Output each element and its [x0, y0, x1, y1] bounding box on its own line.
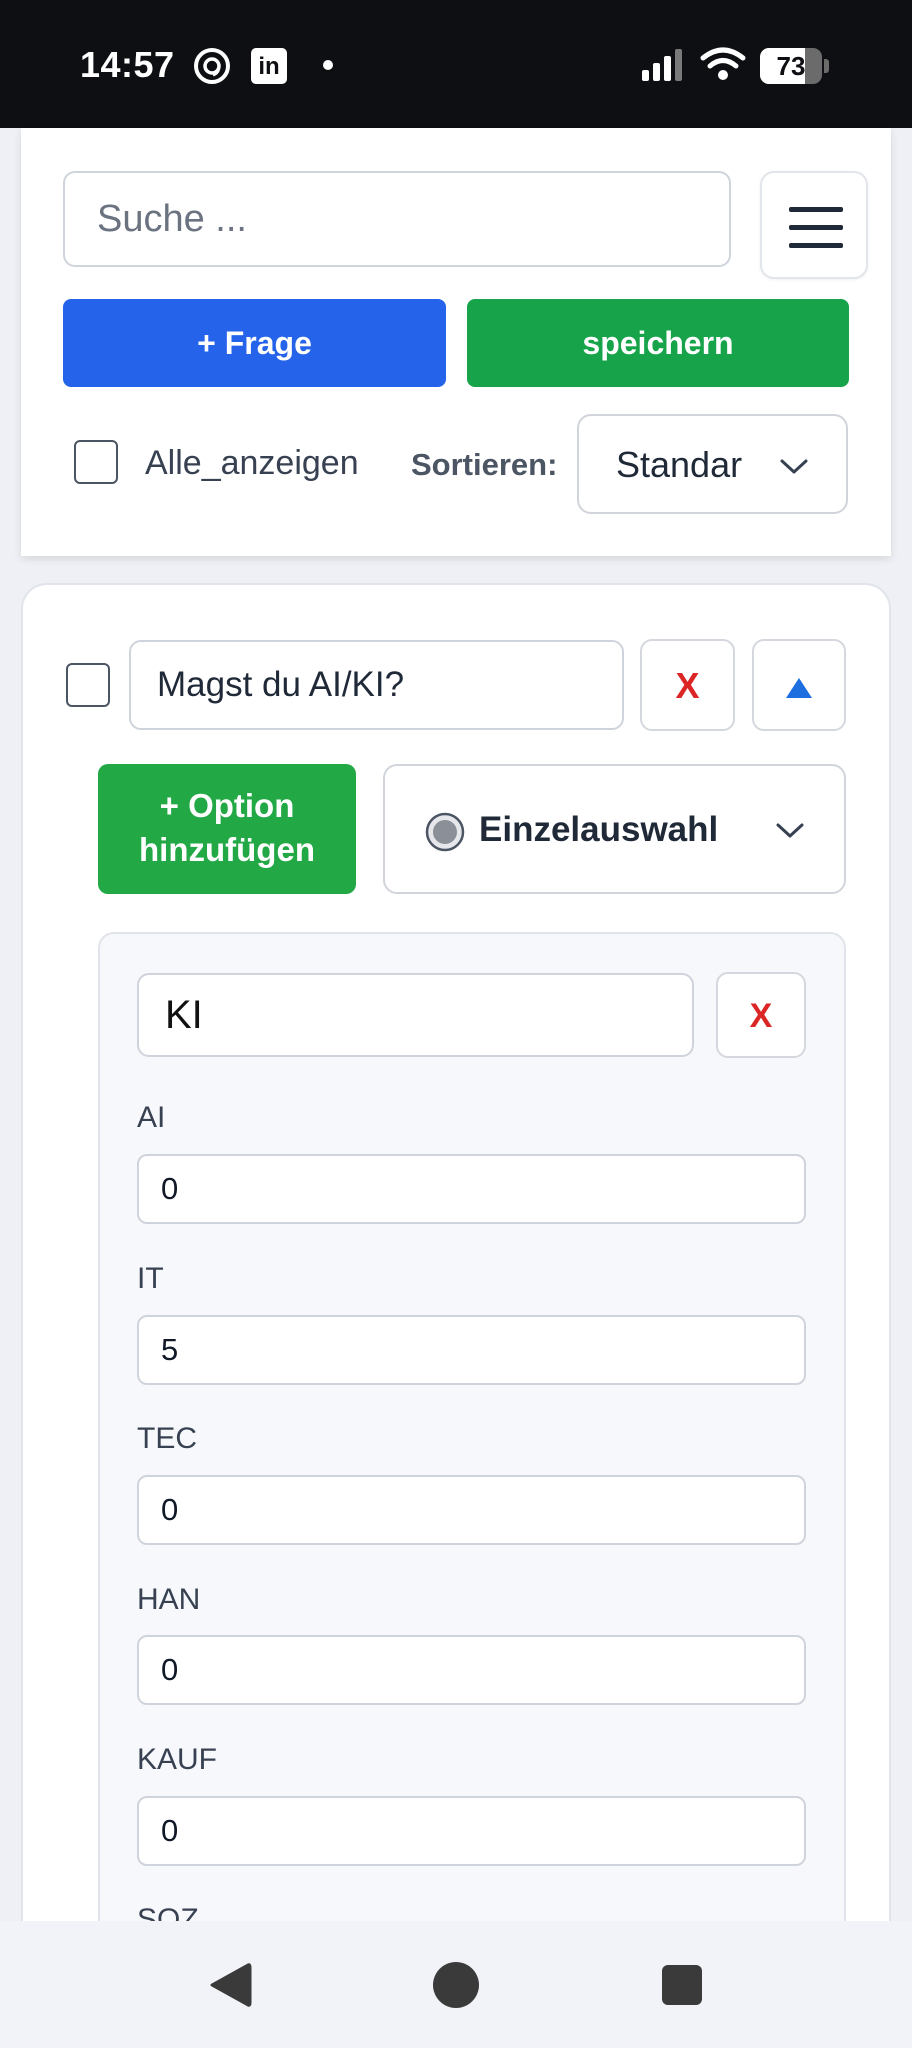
- back-icon[interactable]: [208, 1962, 252, 2008]
- question-type-select[interactable]: Einzelauswahl: [383, 764, 846, 894]
- question-select-checkbox[interactable]: [66, 663, 110, 707]
- option-text-input[interactable]: [137, 973, 694, 1057]
- score-input-kauf[interactable]: [137, 1796, 806, 1866]
- show-all-checkbox[interactable]: [74, 440, 118, 484]
- score-label-tec: TEC: [137, 1422, 197, 1455]
- status-bar: 14:57 in 73: [0, 0, 912, 128]
- score-label-kauf: KAUF: [137, 1743, 218, 1776]
- recents-icon[interactable]: [662, 1965, 702, 2005]
- add-option-label-line: + Option: [159, 787, 295, 824]
- score-label-ai: AI: [137, 1101, 166, 1134]
- menu-icon-bar: [789, 207, 843, 212]
- signal-icon: [642, 49, 682, 81]
- menu-icon-bar: [789, 243, 843, 248]
- save-button[interactable]: speichern: [467, 299, 849, 387]
- battery-percent: 73: [776, 51, 806, 81]
- wifi-icon: [700, 47, 746, 80]
- dot-icon: [323, 60, 333, 70]
- battery-icon: 73: [760, 48, 830, 84]
- add-option-label-line: hinzufügen: [139, 831, 315, 868]
- score-input-han[interactable]: [137, 1635, 806, 1705]
- radio-icon: [425, 812, 465, 852]
- battery-tip: [824, 59, 829, 73]
- linkedin-icon: in: [251, 48, 287, 84]
- battery-body: 73: [760, 48, 822, 84]
- collapse-question-button[interactable]: [752, 639, 846, 731]
- delete-question-button[interactable]: X: [640, 639, 735, 731]
- chevron-down-icon: [776, 823, 804, 838]
- show-all-label: Alle_anzeigen: [145, 444, 359, 482]
- threads-icon: [194, 48, 230, 84]
- sort-label: Sortieren:: [411, 447, 558, 482]
- hamburger-menu-button[interactable]: [760, 171, 868, 279]
- delete-option-button[interactable]: X: [716, 972, 806, 1058]
- score-input-it[interactable]: [137, 1315, 806, 1385]
- triangle-up-icon: [786, 678, 812, 698]
- status-time: 14:57: [80, 44, 175, 85]
- menu-icon-bar: [789, 225, 843, 230]
- score-label-han: HAN: [137, 1583, 201, 1616]
- score-input-tec[interactable]: [137, 1475, 806, 1545]
- score-label-it: IT: [137, 1262, 164, 1295]
- navigation-bar: [0, 1921, 912, 2048]
- question-type-value: Einzelauswahl: [479, 810, 719, 849]
- sort-select-value: Standar: [616, 444, 743, 485]
- chevron-down-icon: [780, 459, 808, 474]
- score-input-ai[interactable]: [137, 1154, 806, 1224]
- add-question-button[interactable]: + Frage: [63, 299, 446, 387]
- question-text-input[interactable]: [129, 640, 624, 730]
- sort-select[interactable]: Standar: [577, 414, 848, 514]
- home-icon[interactable]: [433, 1962, 479, 2008]
- add-option-button[interactable]: + Option hinzufügen: [98, 764, 356, 894]
- search-input[interactable]: [63, 171, 731, 267]
